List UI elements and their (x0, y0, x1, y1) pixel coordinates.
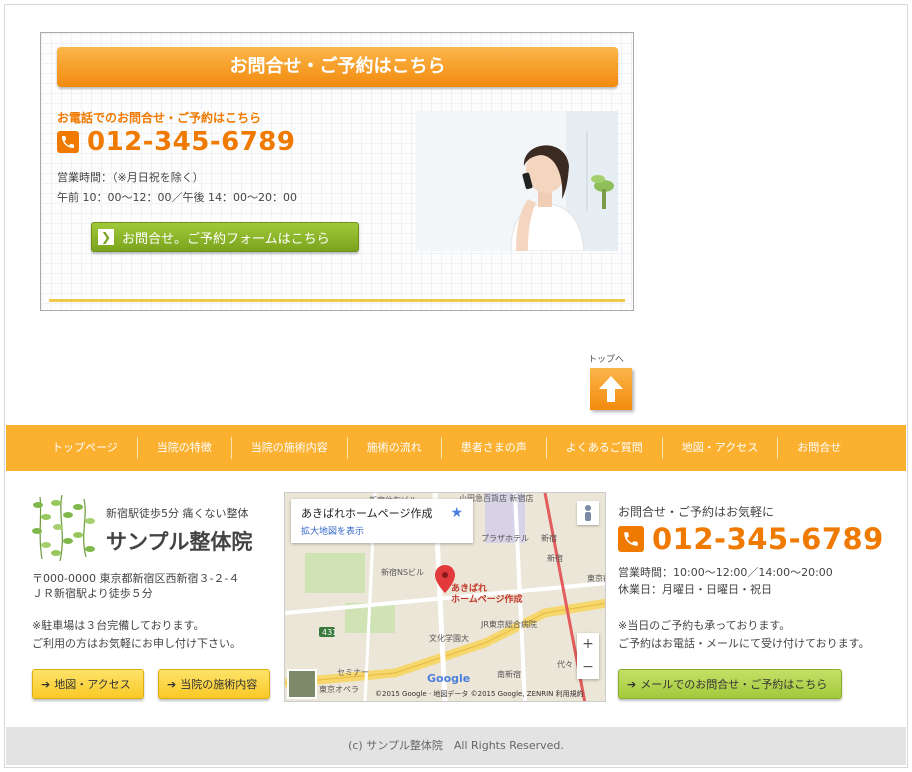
tel-row: 012-345-6789 (57, 127, 296, 157)
clinic-logo (32, 494, 96, 562)
map-label-12: 新宿 (547, 554, 563, 563)
right-contact-label: お問合せ・ご予約はお気軽に (618, 505, 775, 519)
copyright: (c) サンプル整体院 All Rights Reserved. (6, 727, 906, 765)
right-note-line-1: ※当日のご予約も承っております。 (618, 619, 791, 632)
star-icon[interactable]: ★ (450, 505, 463, 521)
map-label-4: 新宿 (541, 534, 557, 543)
business-hours: 営業時間：（※月日祝を除く） 午前 10：00～12：00／午後 14：00～2… (57, 168, 297, 208)
right-tel-row: 012-345-6789 (618, 522, 884, 556)
map-pin-label: あきばれ ホームページ作成 (451, 584, 523, 606)
arrow-right-icon: ➔ (41, 677, 51, 691)
map-label-5: 新宿NSビル (381, 568, 425, 577)
map-label-6: JR東京総合病院 (481, 620, 537, 629)
map-label-9: 東京オペラ (319, 685, 359, 694)
phone-icon (57, 131, 79, 153)
map-attribution: ©2015 Google · 地図データ ©2015 Google, ZENRI… (375, 690, 584, 698)
nav-item-flow[interactable]: 施術の流れ (348, 437, 442, 459)
address-line-1: 〒000-0000 東京都新宿区西新宿３-２-４ (32, 572, 240, 585)
parking-line-1: ※駐車場は３台完備しております。 (32, 619, 205, 632)
arrow-right-icon: ➔ (627, 677, 637, 691)
mail-contact-button[interactable]: ➔ メールでのお問合せ・ご予約はこちら (618, 669, 842, 699)
hours-line-2: 午前 10：00～12：00／午後 14：00～20：00 (57, 191, 297, 204)
access-button-label: 地図・アクセス (54, 678, 131, 691)
contact-box: お問合せ・ご予約はこちら お電話でのお問合せ・ご予約はこちら 012-345-6… (40, 32, 634, 311)
nav-item-features[interactable]: 当院の特徴 (138, 437, 232, 459)
global-nav: トップページ 当院の特徴 当院の施術内容 施術の流れ 患者さまの声 よくあるご質… (6, 425, 906, 471)
right-hours-line-1: 営業時間：10:00～12:00／14:00～20:00 (618, 566, 833, 579)
nav-item-access[interactable]: 地図・アクセス (663, 437, 779, 459)
tel-label: お電話でのお問合せ・ご予約はこちら (57, 111, 262, 125)
contact-header: お問合せ・ご予約はこちら (57, 47, 618, 87)
nav-item-top[interactable]: トップページ (6, 437, 138, 459)
map-label-14: 431 (322, 628, 338, 637)
contact-form-button[interactable]: ❯ お問合せ。ご予約フォームはこちら (91, 222, 359, 252)
back-to-top-button[interactable] (590, 368, 632, 410)
access-button[interactable]: ➔ 地図・アクセス (32, 669, 144, 699)
clinic-name: サンプル整体院 (106, 530, 253, 554)
back-to-top-label: トップへ (588, 355, 625, 365)
clinic-address: 〒000-0000 東京都新宿区西新宿３-２-４ ＪＲ新宿駅より徒歩５分 (32, 571, 239, 601)
tel-number[interactable]: 012-345-6789 (87, 127, 296, 157)
chevron-right-icon: ❯ (98, 229, 114, 245)
parking-note: ※駐車場は３台完備しております。 ご利用の方はお気軽にお申し付け下さい。 (32, 617, 241, 653)
treatment-button[interactable]: ➔ 当院の施術内容 (158, 669, 270, 699)
right-hours-line-2: 休業日：月曜日・日曜日・祝日 (618, 583, 772, 596)
street-view-icon[interactable] (577, 501, 599, 525)
clinic-tagline: 新宿駅徒歩5分 痛くない整体 (106, 507, 249, 520)
map-pin-label-line-1: あきばれ (451, 584, 488, 594)
map-label-11: 東京都庁 (587, 574, 605, 583)
woman-on-phone-photo (416, 111, 618, 251)
map-label-7: 文化学園大 (429, 634, 469, 643)
map-label-3: プラザホテル (481, 534, 529, 543)
map-info-card: あきばれホームページ作成 拡大地図を表示 ★ (291, 499, 473, 543)
map-zoom-control: + − (577, 633, 599, 679)
map-enlarge-link[interactable]: 拡大地図を表示 (301, 524, 463, 537)
nav-item-treatment[interactable]: 当院の施術内容 (232, 437, 348, 459)
treatment-button-label: 当院の施術内容 (180, 678, 258, 691)
arrow-up-icon (599, 376, 623, 402)
satellite-toggle[interactable] (287, 669, 317, 699)
map-label-13: 代々 (557, 660, 573, 669)
arrow-right-icon: ➔ (167, 677, 177, 691)
zoom-in-button[interactable]: + (577, 633, 599, 656)
nav-item-faq[interactable]: よくあるご質問 (547, 437, 663, 459)
map-pin-label-line-2: ホームページ作成 (451, 595, 523, 605)
contact-bottom-line (49, 299, 625, 302)
right-note-line-2: ご予約はお電話・メールにて受け付けております。 (618, 637, 870, 650)
map-label-8: 南新宿 (497, 670, 521, 679)
contact-form-button-label: お問合せ。ご予約フォームはこちら (122, 231, 330, 247)
phone-icon (618, 526, 644, 552)
address-line-2: ＪＲ新宿駅より徒歩５分 (32, 587, 153, 600)
zoom-out-button[interactable]: − (577, 656, 599, 679)
right-note: ※当日のご予約も承っております。 ご予約はお電話・メールにて受け付けております。 (618, 617, 870, 653)
map-card-title: あきばれホームページ作成 (301, 507, 433, 520)
right-business-hours: 営業時間：10:00～12:00／14:00～20:00 休業日：月曜日・日曜日… (618, 564, 833, 598)
nav-item-voice[interactable]: 患者さまの声 (442, 437, 547, 459)
mail-contact-button-label: メールでのお問合せ・ご予約はこちら (640, 678, 828, 691)
map-label-10: セミナー (337, 668, 369, 677)
hours-line-1: 営業時間：（※月日祝を除く） (57, 171, 204, 184)
google-map[interactable]: 新宿住友ビル 小田急百貨店 新宿店 プラザホテル 新宿 新宿NSビル JR東京総… (284, 492, 606, 702)
nav-item-contact[interactable]: お問合せ (778, 437, 860, 459)
parking-line-2: ご利用の方はお気軽にお申し付け下さい。 (32, 637, 241, 650)
right-tel-number[interactable]: 012-345-6789 (652, 522, 884, 556)
google-logo: Google (427, 672, 471, 685)
